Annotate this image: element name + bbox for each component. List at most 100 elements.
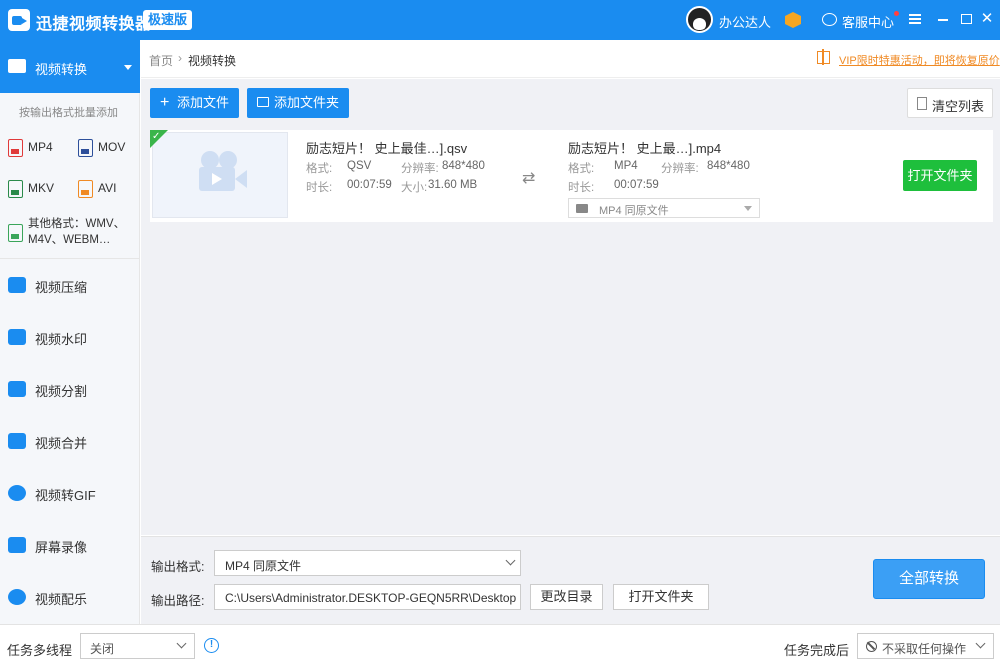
other-file-icon (8, 224, 23, 242)
chat-icon[interactable] (822, 13, 837, 26)
other-formats-label: 其他格式：WMV、M4V、WEBM… (28, 218, 126, 246)
app-logo-icon (8, 9, 30, 31)
sidebar-item-watermark[interactable]: 视频水印 (0, 325, 139, 351)
avatar[interactable] (686, 6, 713, 33)
sidebar-item-split[interactable]: 视频分割 (0, 377, 139, 403)
maximize-icon[interactable] (957, 10, 975, 28)
trash-icon (917, 97, 927, 110)
title-bar: 迅捷视频转换器 极速版 办公达人 客服中心 ✕ (0, 0, 1000, 40)
source-file-name: 励志短片！ 史上最佳…].qsv (306, 141, 468, 156)
format-label: AVI (98, 181, 117, 195)
compress-icon (8, 277, 26, 293)
watermark-icon (8, 329, 26, 345)
button-label: 添加文件夹 (274, 95, 340, 110)
format-mkv[interactable]: MKV (8, 178, 54, 198)
after-task-value: 不采取任何操作 (882, 642, 967, 656)
sidebar-item-label: 视频合并 (35, 436, 88, 451)
multithread-value: 关闭 (90, 642, 115, 656)
sidebar-item-compress[interactable]: 视频压缩 (0, 273, 139, 299)
breadcrumb-home[interactable]: 首页 (149, 52, 173, 69)
multithread-label: 任务多线程 (7, 643, 73, 658)
plus-icon: + (160, 94, 170, 111)
status-bar: 任务多线程 关闭 ! 任务完成后 不采取任何操作 (0, 624, 1000, 666)
format-section-title: 按输出格式批量添加 (19, 107, 118, 119)
output-path-field[interactable]: C:\Users\Administrator.DESKTOP-GEQN5RR\D… (214, 584, 521, 610)
format-label: MP4 (28, 140, 53, 154)
mkv-file-icon (8, 179, 23, 198)
target-file-name[interactable]: 励志短片！ 史上最…].mp4 (568, 138, 721, 157)
multithread-select[interactable]: 关闭 (80, 633, 195, 659)
chevron-down-icon (176, 638, 187, 649)
format-mp4[interactable]: MP4 (8, 137, 53, 157)
after-task-label: 任务完成后 (784, 643, 850, 658)
close-icon[interactable]: ✕ (978, 10, 996, 28)
add-file-button[interactable]: + 添加文件 (150, 88, 239, 118)
app-title: 迅捷视频转换器 (36, 16, 152, 33)
video-convert-icon (8, 59, 26, 73)
ban-icon (866, 641, 877, 652)
format-other[interactable]: 其他格式：WMV、M4V、WEBM… (8, 216, 133, 248)
menu-icon[interactable] (906, 10, 924, 28)
merge-icon (8, 433, 26, 449)
output-format-dropdown[interactable]: MP4 同原文件 (214, 550, 521, 576)
sidebar-item-label: 视频配乐 (35, 592, 88, 607)
sidebar-item-merge[interactable]: 视频合并 (0, 429, 139, 455)
after-task-select[interactable]: 不采取任何操作 (857, 633, 994, 659)
output-format-value: MP4 同原文件 (225, 559, 302, 573)
sidebar-item-label: 视频转GIF (35, 488, 96, 503)
file-list-area: + 添加文件 添加文件夹 清空列表 ✓ 励志短片！ 史上最佳…].qsv 格式:… (141, 79, 1000, 535)
breadcrumb: 首页 › 视频转换 VIP限时特惠活动，即将恢复原价 (141, 40, 1000, 78)
sidebar-item-screen-record[interactable]: 屏幕录像 (0, 533, 139, 559)
breadcrumb-separator: › (178, 51, 182, 65)
info-icon[interactable]: ! (204, 638, 219, 653)
chevron-down-icon (505, 555, 516, 566)
username[interactable]: 办公达人 (719, 12, 771, 31)
add-folder-button[interactable]: 添加文件夹 (247, 88, 349, 118)
chevron-down-icon (124, 65, 132, 70)
output-settings-panel: 输出格式: MP4 同原文件 输出路径: C:\Users\Administra… (141, 536, 1000, 624)
sidebar-item-label: 视频分割 (35, 384, 88, 399)
clear-list-button[interactable]: 清空列表 (907, 88, 993, 118)
folder-icon (257, 97, 269, 107)
screen-record-icon (8, 537, 26, 553)
open-output-folder-button[interactable]: 打开文件夹 (613, 584, 709, 610)
format-label: MOV (98, 140, 126, 154)
convert-arrow-icon: ⇄ (522, 170, 536, 187)
sidebar-item-music[interactable]: 视频配乐 (0, 585, 139, 611)
check-icon: ✓ (152, 131, 161, 142)
vip-icon[interactable] (785, 12, 801, 28)
source-size: 31.60 MB (428, 179, 478, 191)
change-directory-button[interactable]: 更改目录 (530, 584, 603, 610)
breadcrumb-current: 视频转换 (188, 54, 237, 68)
open-folder-button[interactable]: 打开文件夹 (903, 160, 977, 191)
sidebar-item-label: 视频转换 (35, 62, 88, 77)
file-row[interactable]: ✓ 励志短片！ 史上最佳…].qsv 格式: QSV 分辨率: 848*480 … (150, 130, 993, 222)
vip-promo-link[interactable]: VIP限时特惠活动，即将恢复原价 (839, 52, 1000, 68)
split-icon (8, 381, 26, 397)
format-mov[interactable]: MOV (78, 137, 125, 157)
format-label: MKV (28, 181, 55, 195)
output-format-select[interactable]: MP4 同原文件 (568, 198, 760, 218)
notification-dot (894, 11, 899, 16)
sidebar-item-label: 视频水印 (35, 332, 88, 347)
sidebar-item-gif[interactable]: 视频转GIF (0, 481, 139, 507)
gift-icon[interactable] (817, 49, 830, 65)
source-resolution-label: 分辨率: (401, 163, 439, 175)
target-resolution-label: 分辨率: (661, 163, 699, 175)
convert-all-button[interactable]: 全部转换 (873, 559, 985, 599)
mp4-file-icon (8, 138, 23, 157)
target-duration: 00:07:59 (614, 179, 659, 191)
format-avi[interactable]: AVI (78, 178, 116, 198)
sidebar-item-label: 视频压缩 (35, 280, 88, 295)
customer-service-link[interactable]: 客服中心 (842, 12, 894, 31)
avi-file-icon (78, 179, 93, 198)
output-path-label: 输出路径: (151, 594, 205, 608)
source-format: QSV (347, 160, 372, 172)
target-format: MP4 (614, 160, 638, 172)
target-duration-label: 时长: (568, 182, 595, 194)
minimize-icon[interactable] (934, 10, 952, 28)
source-resolution: 848*480 (442, 160, 485, 172)
video-icon (576, 204, 588, 213)
sidebar-item-video-convert[interactable]: 视频转换 (0, 40, 140, 93)
dropdown-arrow-icon (744, 206, 752, 211)
